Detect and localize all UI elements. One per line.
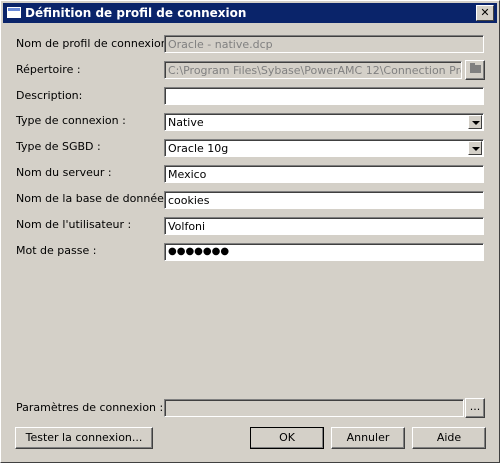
ok-button[interactable]: OK [250, 427, 324, 449]
close-button[interactable]: ✕ [476, 5, 494, 21]
help-button[interactable]: Aide [412, 427, 486, 449]
folder-icon [470, 63, 481, 73]
directory-field[interactable]: C:\Program Files\Sybase\PowerAMC 12\Conn… [164, 61, 462, 79]
database-name-field[interactable]: cookies [164, 191, 484, 209]
password-label: Mot de passe : [16, 244, 97, 257]
description-field[interactable] [164, 87, 484, 105]
description-label: Description: [16, 89, 83, 102]
connection-type-label: Type de connexion : [16, 114, 126, 127]
password-field[interactable]: ●●●●●●● [164, 243, 484, 261]
dialog-window: Définition de profil de connexion ✕ Nom … [0, 0, 500, 463]
profile-name-field[interactable]: Oracle - native.dcp [164, 35, 484, 53]
connection-params-browse-button[interactable]: ... [465, 398, 485, 418]
chevron-down-icon[interactable] [468, 141, 482, 155]
user-name-label: Nom de l'utilisateur : [16, 218, 132, 231]
user-name-field[interactable]: Volfoni [164, 217, 484, 235]
server-name-label: Nom du serveur : [16, 166, 112, 179]
dbms-type-value: Oracle 10g [168, 142, 229, 155]
test-connection-button[interactable]: Tester la connexion... [15, 427, 153, 449]
dbms-type-select[interactable]: Oracle 10g [164, 139, 484, 157]
window-icon [7, 7, 21, 18]
connection-type-value: Native [168, 116, 204, 129]
profile-name-label: Nom de profil de connexion : [16, 37, 175, 50]
window-title: Définition de profil de connexion [25, 6, 247, 20]
title-bar[interactable]: Définition de profil de connexion ✕ [3, 3, 497, 23]
cancel-button[interactable]: Annuler [331, 427, 405, 449]
connection-params-label: Paramètres de connexion : [16, 401, 164, 414]
connection-params-field[interactable] [164, 399, 464, 417]
connection-type-select[interactable]: Native [164, 113, 484, 131]
directory-label: Répertoire : [16, 63, 81, 76]
directory-browse-button[interactable] [465, 60, 485, 80]
dbms-type-label: Type de SGBD : [16, 140, 101, 153]
server-name-field[interactable]: Mexico [164, 165, 484, 183]
chevron-down-icon[interactable] [468, 115, 482, 129]
database-name-label: Nom de la base de données : [16, 192, 177, 205]
